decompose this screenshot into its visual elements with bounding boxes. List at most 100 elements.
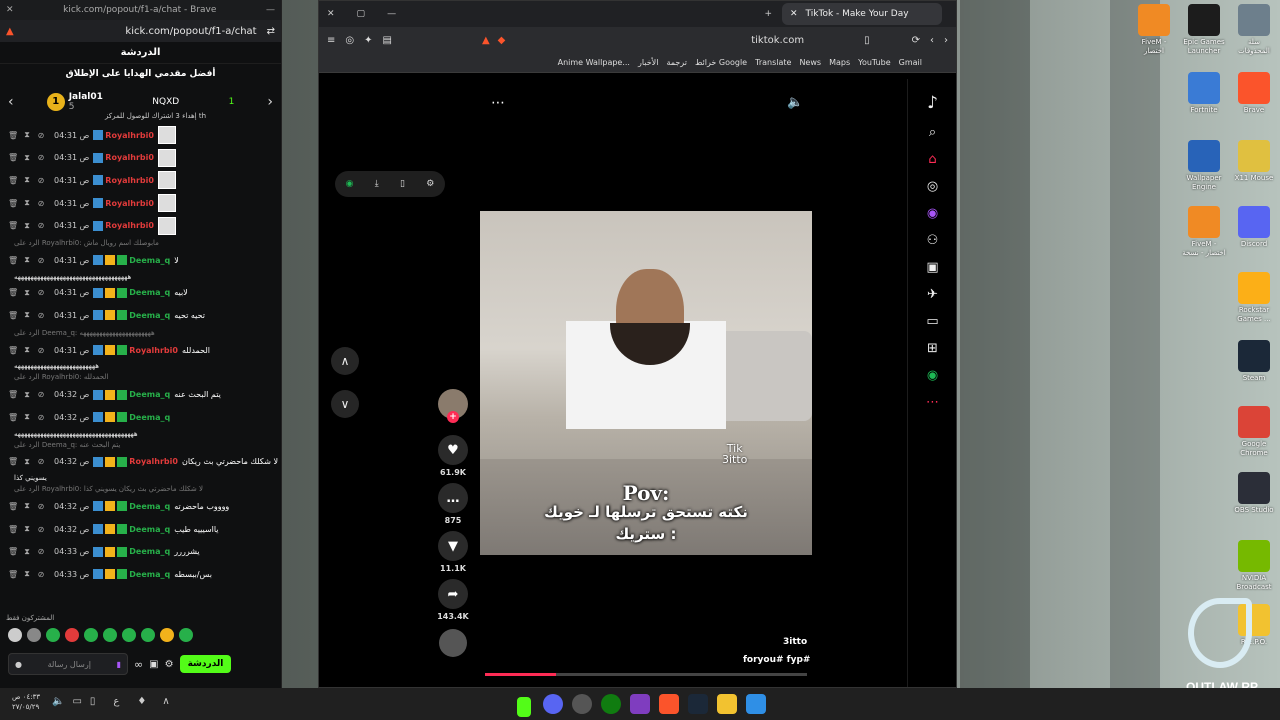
- menu-icon[interactable]: ≡: [327, 35, 335, 46]
- tiktok-logo-icon[interactable]: ♪: [927, 93, 938, 113]
- mic-icon[interactable]: ▮: [117, 660, 121, 669]
- tiktok-url[interactable]: tiktok.com: [751, 35, 804, 46]
- ban-icon[interactable]: ⊘: [36, 570, 46, 579]
- bookmark-item[interactable]: Translate: [755, 58, 791, 67]
- settings-app-icon[interactable]: [572, 694, 592, 714]
- inbox-icon[interactable]: ✈: [927, 287, 938, 302]
- ban-icon[interactable]: ⊘: [36, 390, 46, 399]
- desktop-icon[interactable]: Wallpaper Engine: [1182, 140, 1226, 192]
- message-username[interactable]: Deema_q: [129, 311, 170, 320]
- kick-address-bar[interactable]: ▲ kick.com/popout/f1-a/chat ⇄: [0, 20, 281, 42]
- desktop-icon[interactable]: FiveM - اختصار: [1132, 4, 1176, 56]
- message-username[interactable]: Royalhrbi0: [105, 153, 154, 162]
- emote[interactable]: [141, 628, 155, 642]
- emote[interactable]: [179, 628, 193, 642]
- tune-icon[interactable]: ⇄: [267, 26, 275, 37]
- delete-icon[interactable]: 🗑: [8, 176, 18, 185]
- back-icon[interactable]: ‹: [930, 35, 934, 46]
- delete-icon[interactable]: 🗑: [8, 413, 18, 422]
- timeout-icon[interactable]: ⧗: [22, 153, 32, 163]
- message-username[interactable]: Deema_q: [129, 256, 170, 265]
- bookmark-icon[interactable]: ▯: [864, 35, 870, 46]
- timeout-icon[interactable]: ⧗: [22, 175, 32, 185]
- desktop-icon[interactable]: X11 Mouse: [1232, 140, 1276, 183]
- delete-icon[interactable]: 🗑: [8, 311, 18, 320]
- message-username[interactable]: Royalhrbi0: [129, 457, 178, 466]
- start-icon[interactable]: [746, 694, 766, 714]
- video-tags[interactable]: foryou# fyp#: [743, 655, 810, 665]
- author-name[interactable]: 3itto: [783, 637, 807, 647]
- ban-icon[interactable]: ⊘: [36, 413, 46, 422]
- discord-app-icon[interactable]: [543, 694, 563, 714]
- upload-icon[interactable]: ⊞: [927, 341, 938, 356]
- timeout-icon[interactable]: ⧗: [22, 501, 32, 511]
- following-icon[interactable]: ◉: [927, 206, 938, 221]
- delete-icon[interactable]: 🗑: [8, 153, 18, 162]
- emote[interactable]: [160, 628, 174, 642]
- ban-icon[interactable]: ⊘: [36, 153, 46, 162]
- obs-app-icon[interactable]: [630, 694, 650, 714]
- chevron-left-icon[interactable]: ‹: [8, 94, 22, 110]
- bookmark-item[interactable]: Gmail: [899, 58, 922, 67]
- chat-input[interactable]: ● إرسال رسالة ▮: [8, 653, 128, 675]
- coins-icon[interactable]: ◉: [927, 368, 938, 383]
- emote[interactable]: [8, 628, 22, 642]
- message-username[interactable]: Royalhrbi0: [105, 221, 154, 230]
- timeout-icon[interactable]: ⧗: [22, 547, 32, 557]
- video-player[interactable]: Tik 3itto Pov: نكته تستحق ترسلها لـ خويك…: [480, 211, 812, 555]
- ban-icon[interactable]: ⊘: [36, 199, 46, 208]
- desktop-icon[interactable]: NVIDIA Broadcast: [1232, 540, 1276, 592]
- microphone-icon[interactable]: ♦: [137, 696, 146, 707]
- music-disc-icon[interactable]: [439, 629, 467, 657]
- delete-icon[interactable]: 🗑: [8, 525, 18, 534]
- steam-app-icon[interactable]: [688, 694, 708, 714]
- timeout-icon[interactable]: ⧗: [22, 221, 32, 231]
- timeout-icon[interactable]: ⧗: [22, 130, 32, 140]
- ban-icon[interactable]: ⊘: [36, 311, 46, 320]
- follow-icon[interactable]: +: [447, 411, 459, 423]
- download-icon[interactable]: ⤓: [375, 179, 379, 189]
- new-tab-icon[interactable]: +: [764, 9, 772, 19]
- pip-icon[interactable]: ◉: [346, 179, 354, 189]
- bookmark-item[interactable]: خرائط Google: [695, 58, 747, 67]
- bookmark-item[interactable]: Maps: [829, 58, 850, 67]
- message-username[interactable]: Deema_q: [129, 547, 170, 556]
- delete-icon[interactable]: 🗑: [8, 570, 18, 579]
- desktop-icon[interactable]: FiveM - اختصار - نسخة: [1182, 206, 1226, 258]
- chevron-right-icon[interactable]: ›: [259, 94, 273, 110]
- message-username[interactable]: Royalhrbi0: [105, 131, 154, 140]
- timeout-icon[interactable]: ⧗: [22, 569, 32, 579]
- explore-icon[interactable]: ◎: [927, 179, 938, 194]
- timeout-icon[interactable]: ⧗: [22, 288, 32, 298]
- bookmark-item[interactable]: YouTube: [858, 58, 891, 67]
- more-options-icon[interactable]: ⋯: [491, 95, 505, 111]
- desktop-icon[interactable]: Epic Games Launcher: [1182, 4, 1226, 56]
- ban-icon[interactable]: ⊘: [36, 131, 46, 140]
- minimize-icon[interactable]: —: [387, 9, 396, 19]
- maximize-icon[interactable]: ▢: [357, 9, 366, 19]
- save-button[interactable]: ▼: [438, 531, 468, 561]
- desktop-icon[interactable]: سلة المحذوفات: [1232, 4, 1276, 56]
- brave-icon[interactable]: ▲: [6, 26, 14, 37]
- message-username[interactable]: Deema_q: [129, 390, 170, 399]
- previous-video-button[interactable]: ∧: [331, 347, 359, 375]
- ban-icon[interactable]: ⊘: [36, 288, 46, 297]
- timeout-icon[interactable]: ⧗: [22, 524, 32, 534]
- explorer-app-icon[interactable]: [717, 694, 737, 714]
- more-icon[interactable]: ⋯: [926, 395, 939, 410]
- sidebar-icon[interactable]: ▤: [383, 35, 392, 46]
- ban-icon[interactable]: ⊘: [36, 547, 46, 556]
- kick-url[interactable]: kick.com/popout/f1-a/chat: [14, 26, 267, 37]
- author-avatar[interactable]: +: [438, 389, 468, 423]
- emoji-icon[interactable]: ●: [15, 660, 22, 669]
- settings-icon[interactable]: ⚙: [426, 179, 434, 189]
- ban-icon[interactable]: ⊘: [36, 256, 46, 265]
- close-icon[interactable]: ✕: [6, 5, 14, 15]
- timeout-icon[interactable]: ⧗: [22, 310, 32, 320]
- desktop-icon[interactable]: Brave: [1232, 72, 1276, 115]
- chat-send-button[interactable]: الدردشة: [179, 655, 232, 673]
- message-username[interactable]: Deema_q: [129, 570, 170, 579]
- bookmark-item[interactable]: الأخبار: [638, 58, 658, 67]
- timeout-icon[interactable]: ⧗: [22, 198, 32, 208]
- desktop-icon[interactable]: Rockstar Games ...: [1232, 272, 1276, 324]
